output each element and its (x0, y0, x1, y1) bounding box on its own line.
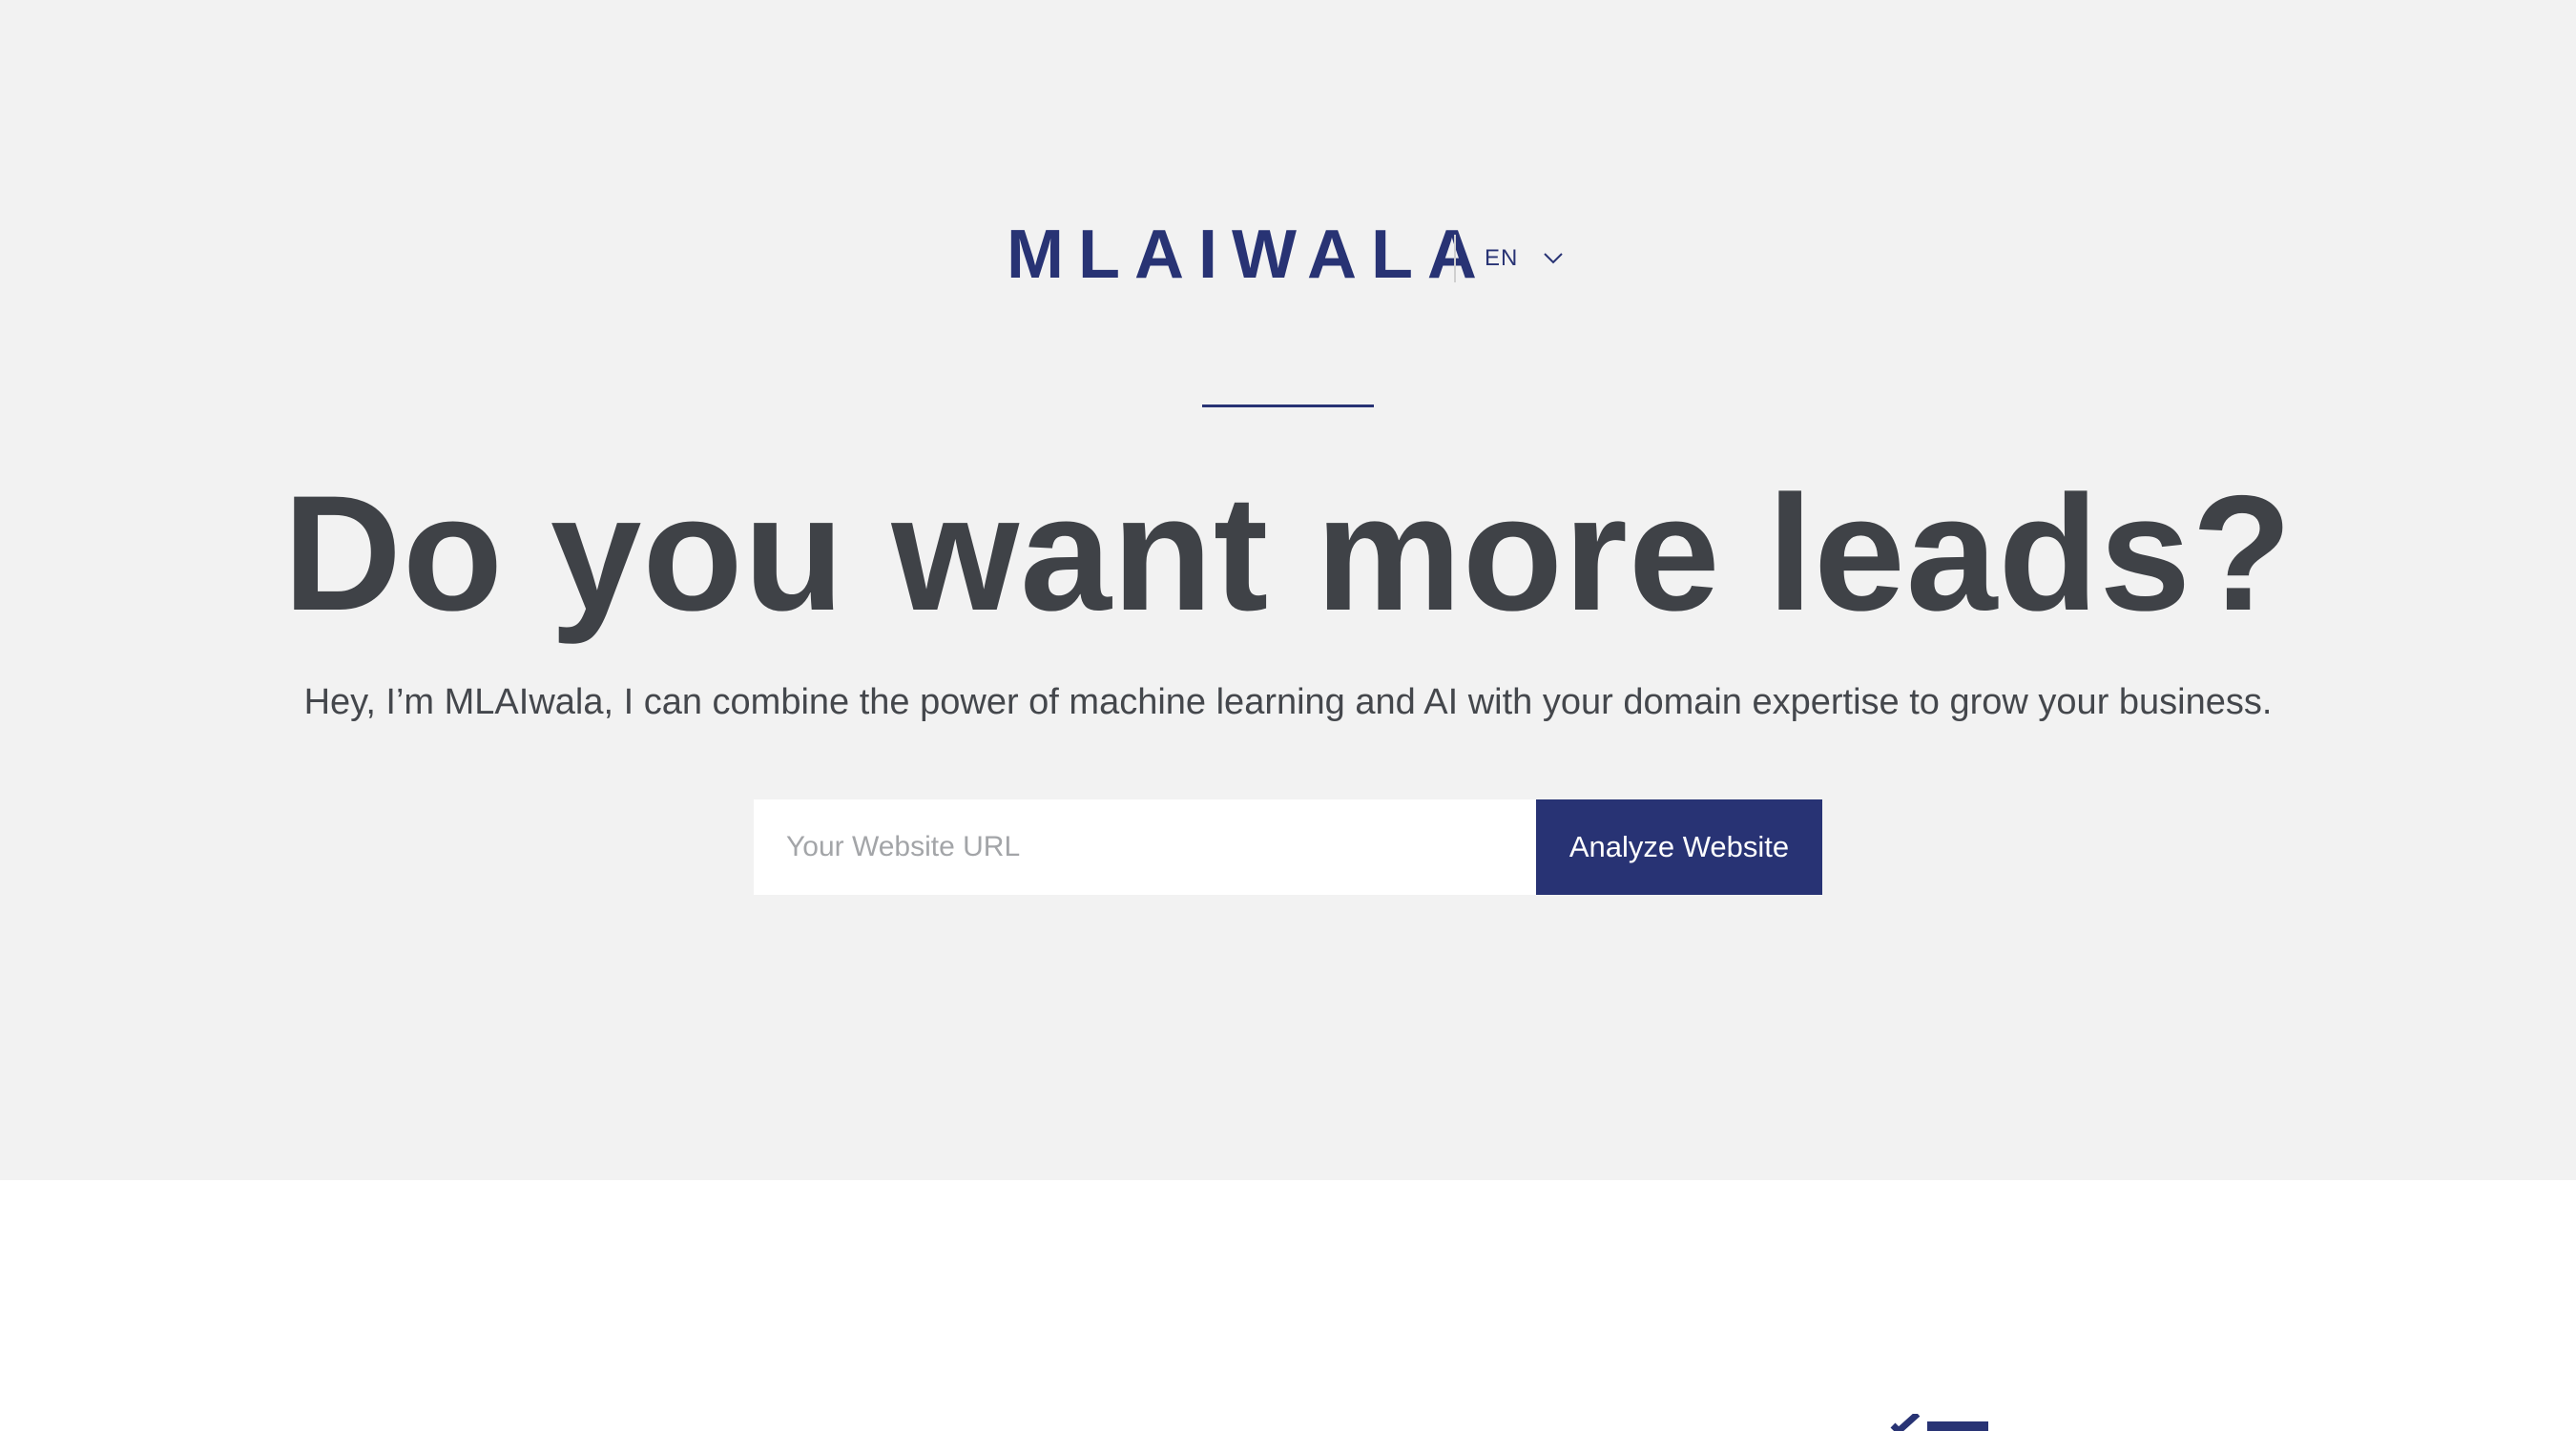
language-label: EN (1485, 245, 1519, 271)
brand-row: MLAIWALA EN (0, 205, 2576, 310)
page-title: Do you want more leads? (282, 462, 2294, 645)
hero-subheadline: Hey, I’m MLAIwala, I can combine the pow… (303, 682, 2273, 722)
analyze-website-button[interactable]: Analyze Website (1536, 799, 1822, 895)
accent-divider (1202, 404, 1374, 407)
checklist-icon (1889, 1414, 1989, 1431)
website-url-input[interactable] (754, 799, 1536, 895)
hero-section: MLAIWALA EN Do you want more leads? Hey,… (0, 0, 2576, 1180)
chevron-down-icon (1544, 253, 1564, 264)
brand-divider (1454, 235, 1456, 282)
language-selector[interactable]: EN (1477, 239, 1571, 278)
logo[interactable]: MLAIWALA (1007, 220, 1491, 289)
analyze-form: Analyze Website (754, 799, 1822, 895)
